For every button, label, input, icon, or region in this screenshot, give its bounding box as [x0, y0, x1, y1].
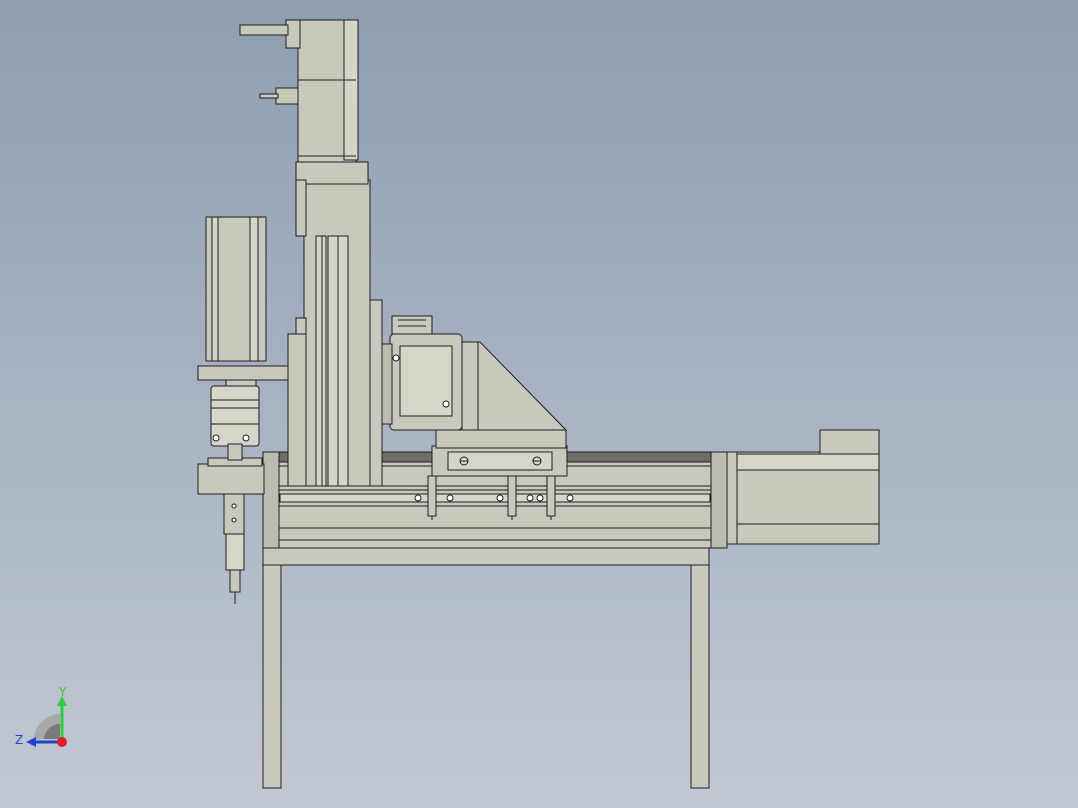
vertical-linear-module[interactable] — [287, 161, 383, 487]
horizontal-servo-motor[interactable] — [726, 429, 880, 545]
support-table[interactable] — [262, 547, 710, 789]
spindle-motor[interactable] — [197, 216, 289, 381]
shaft-coupling[interactable] — [210, 379, 260, 447]
y-axis-label: Y — [58, 685, 67, 699]
table-leg-left — [262, 562, 282, 789]
orientation-triad: Y Z — [15, 685, 67, 747]
table-top — [262, 547, 710, 566]
table-leg-right — [690, 562, 710, 789]
tool-holder[interactable] — [197, 443, 265, 604]
z-axis-label: Z — [15, 733, 23, 747]
cad-viewport[interactable]: Y Z — [0, 0, 1078, 808]
horizontal-carriage[interactable] — [431, 445, 568, 477]
cad-model-view[interactable] — [0, 0, 1078, 808]
vertical-servo-motor[interactable] — [239, 19, 359, 163]
